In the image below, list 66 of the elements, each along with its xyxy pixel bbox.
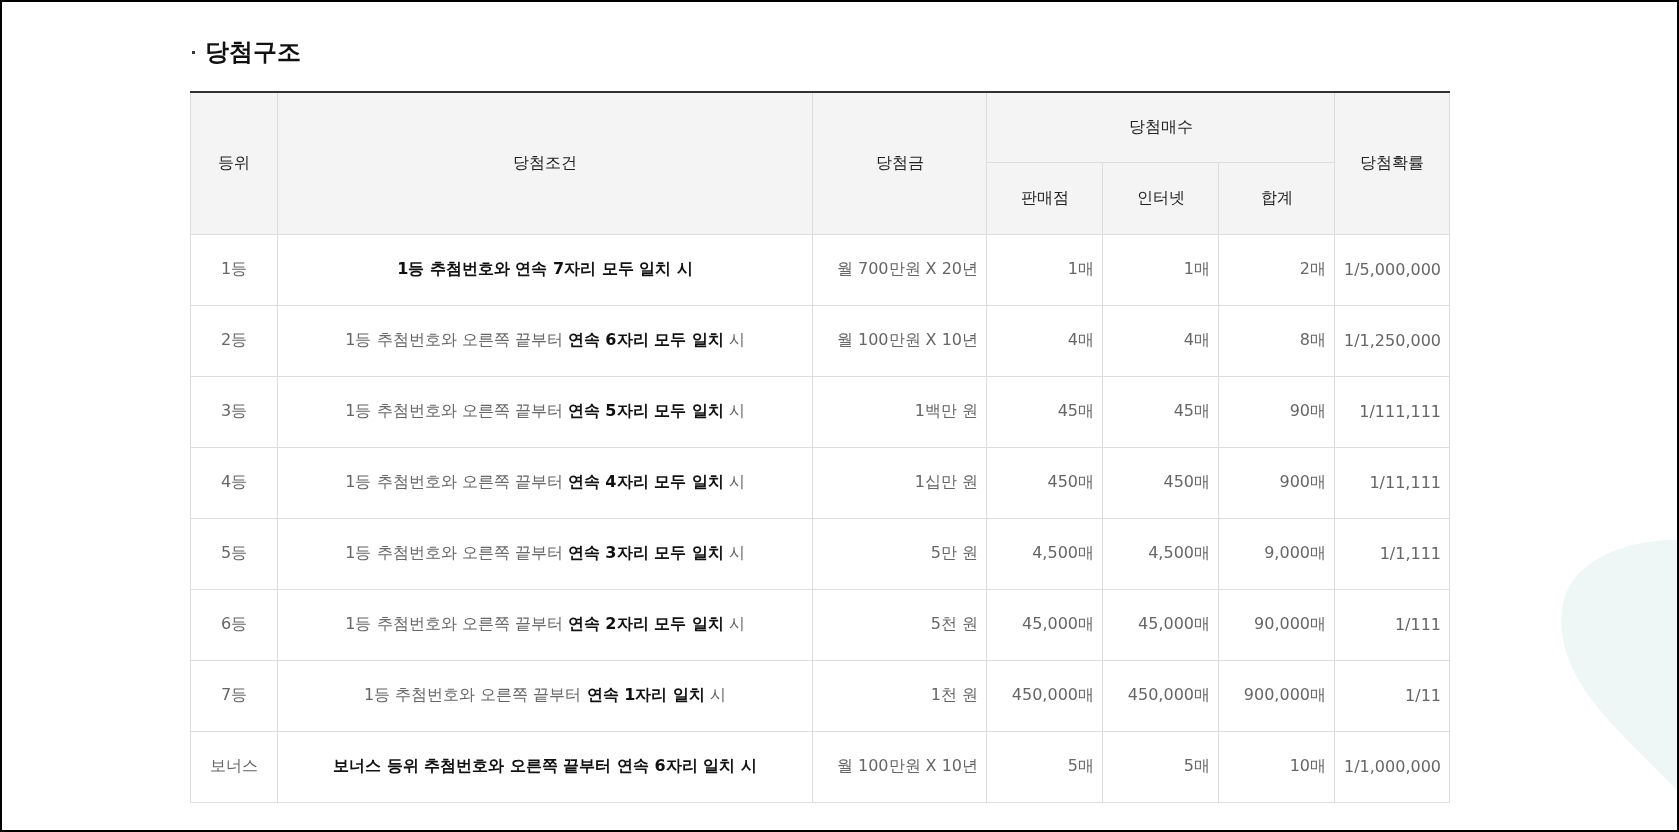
table-cell: 45매 (986, 376, 1103, 447)
column-header: 합계 (1218, 162, 1335, 234)
table-cell: 월 100만원 X 10년 (812, 305, 987, 376)
table-cell: 보너스 (190, 731, 278, 802)
table-cell: 1/5,000,000 (1334, 234, 1450, 305)
column-header: 인터넷 (1102, 162, 1219, 234)
table-cell: 9,000매 (1218, 518, 1335, 589)
table-cell: 1매 (986, 234, 1103, 305)
table-cell: 1등 추첨번호와 오른쪽 끝부터 연속 2자리 모두 일치 시 (277, 589, 813, 660)
table-cell: 1십만 원 (812, 447, 987, 518)
table-cell: 450매 (986, 447, 1103, 518)
table-cell: 월 100만원 X 10년 (812, 731, 987, 802)
table-cell: 1/111,111 (1334, 376, 1450, 447)
table-cell: 보너스 등위 추첨번호와 오른쪽 끝부터 연속 6자리 일치 시 (277, 731, 813, 802)
table-cell: 5만 원 (812, 518, 987, 589)
table-cell: 1등 추첨번호와 오른쪽 끝부터 연속 3자리 모두 일치 시 (277, 518, 813, 589)
table-cell: 45,000매 (986, 589, 1103, 660)
table-cell: 4등 (190, 447, 278, 518)
table-cell: 450,000매 (1102, 660, 1219, 731)
table-cell: 5매 (1102, 731, 1219, 802)
column-header: 당첨매수 (986, 92, 1335, 162)
column-header: 등위 (190, 92, 278, 234)
table-cell: 10매 (1218, 731, 1335, 802)
table-cell: 1매 (1102, 234, 1219, 305)
section-title: 당첨구조 (205, 37, 301, 68)
table-cell: 4,500매 (1102, 518, 1219, 589)
table-cell: 7등 (190, 660, 278, 731)
column-header: 당첨확률 (1334, 92, 1450, 234)
table-cell: 1등 추첨번호와 연속 7자리 모두 일치 시 (277, 234, 813, 305)
table-cell: 4,500매 (986, 518, 1103, 589)
table-cell: 8매 (1218, 305, 1335, 376)
table-cell: 1/111 (1334, 589, 1450, 660)
table-cell: 1등 (190, 234, 278, 305)
table-cell: 5매 (986, 731, 1103, 802)
table-cell: 5등 (190, 518, 278, 589)
column-header: 판매점 (986, 162, 1103, 234)
table-cell: 450매 (1102, 447, 1219, 518)
table-cell: 1백만 원 (812, 376, 987, 447)
table-cell: 2등 (190, 305, 278, 376)
table-cell: 5천 원 (812, 589, 987, 660)
table-cell: 1등 추첨번호와 오른쪽 끝부터 연속 1자리 일치 시 (277, 660, 813, 731)
table-cell: 1천 원 (812, 660, 987, 731)
table-cell: 4매 (1102, 305, 1219, 376)
table-cell: 1/1,250,000 (1334, 305, 1450, 376)
table-cell: 1/1,000,000 (1334, 731, 1450, 802)
bullet-icon (192, 50, 195, 54)
table-cell: 1/11,111 (1334, 447, 1450, 518)
table-cell: 월 700만원 X 20년 (812, 234, 987, 305)
table-cell: 6등 (190, 589, 278, 660)
table-cell: 45매 (1102, 376, 1219, 447)
column-header: 당첨조건 (277, 92, 813, 234)
table-cell: 90매 (1218, 376, 1335, 447)
table-cell: 4매 (986, 305, 1103, 376)
table-cell: 3등 (190, 376, 278, 447)
table-cell: 900매 (1218, 447, 1335, 518)
table-cell: 900,000매 (1218, 660, 1335, 731)
table-cell: 90,000매 (1218, 589, 1335, 660)
table-cell: 1/1,111 (1334, 518, 1450, 589)
table-cell: 1/11 (1334, 660, 1450, 731)
column-header: 당첨금 (812, 92, 987, 234)
table-cell: 1등 추첨번호와 오른쪽 끝부터 연속 4자리 모두 일치 시 (277, 447, 813, 518)
table-cell: 1등 추첨번호와 오른쪽 끝부터 연속 6자리 모두 일치 시 (277, 305, 813, 376)
table-cell: 1등 추첨번호와 오른쪽 끝부터 연속 5자리 모두 일치 시 (277, 376, 813, 447)
table-cell: 450,000매 (986, 660, 1103, 731)
table-cell: 45,000매 (1102, 589, 1219, 660)
table-cell: 2매 (1218, 234, 1335, 305)
